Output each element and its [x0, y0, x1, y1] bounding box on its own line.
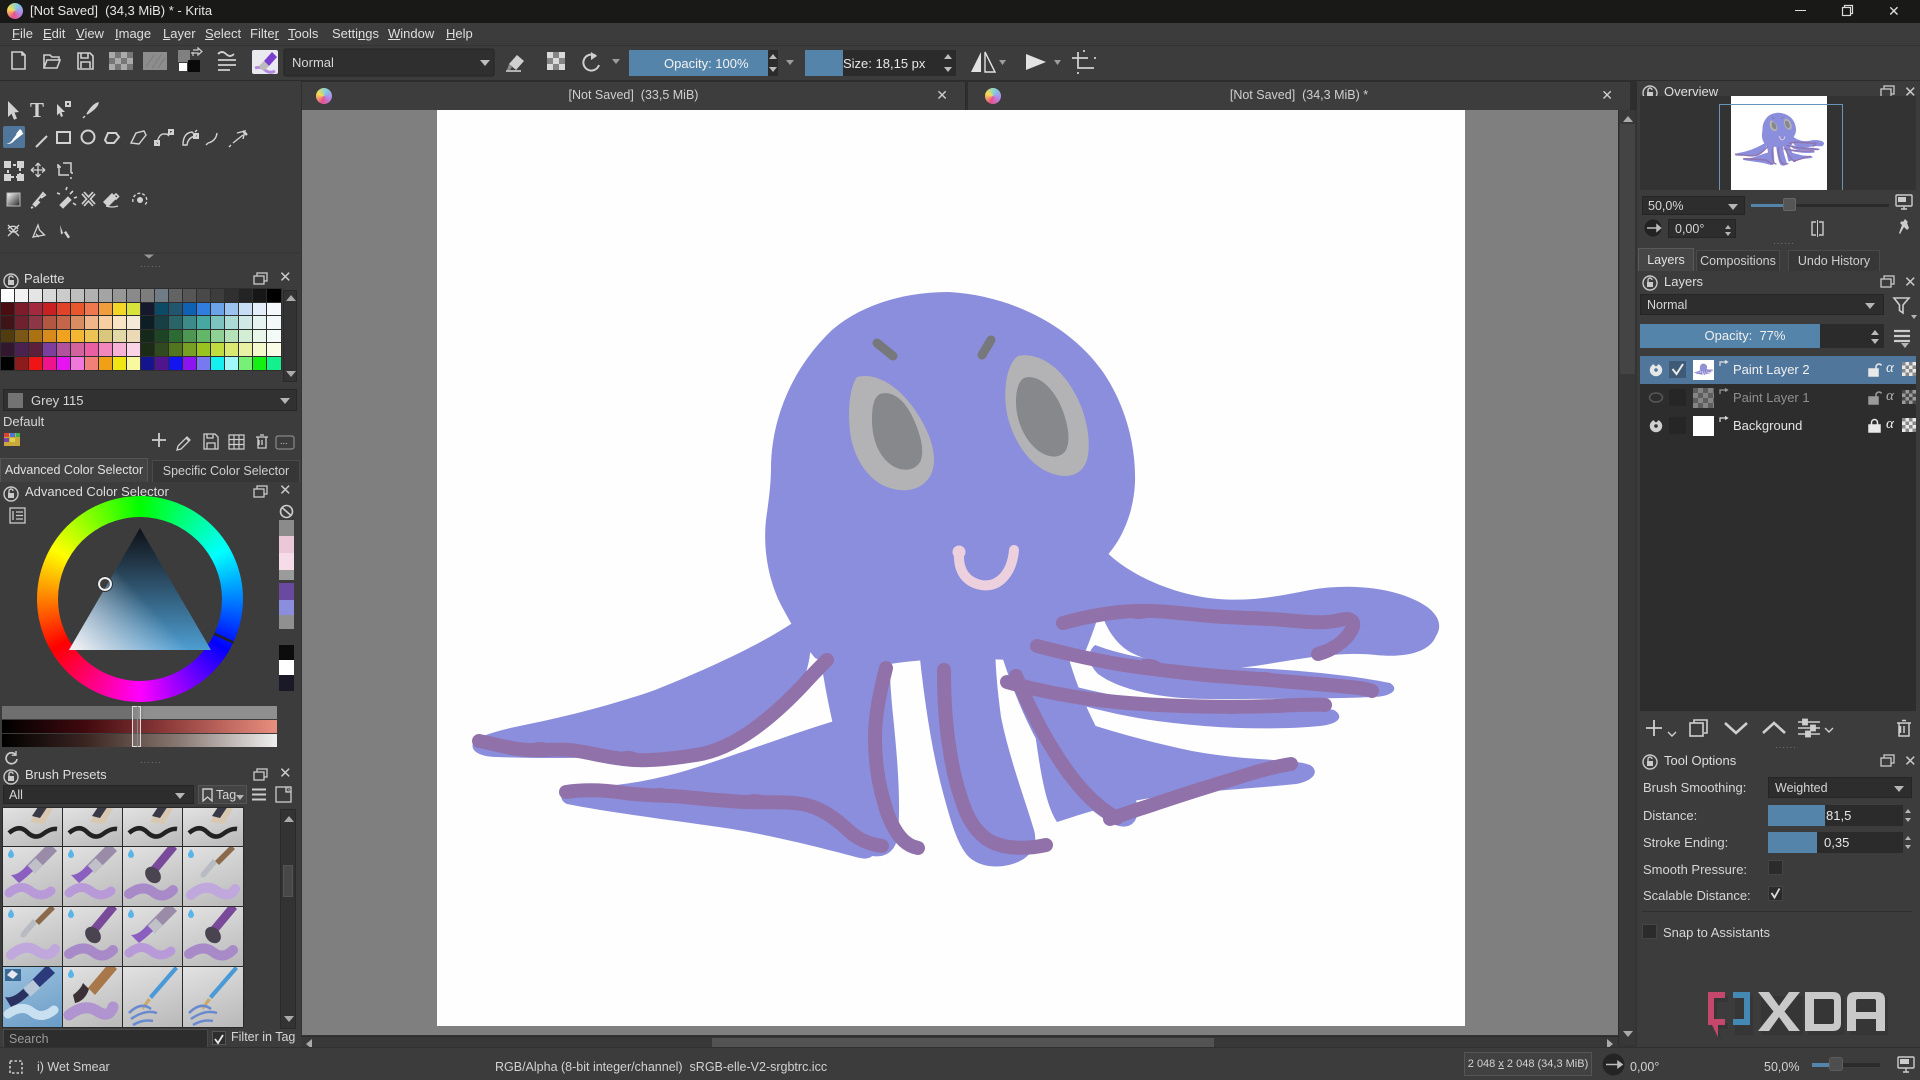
svg-text:3: 3 [287, 788, 291, 794]
svg-text:Size: 18,15 px: Size: 18,15 px [843, 56, 926, 71]
svg-text:Opacity: 100%: Opacity: 100% [664, 56, 749, 71]
svg-text:...: ... [280, 436, 288, 446]
svg-text:Normal: Normal [292, 55, 334, 70]
svg-text:T: T [30, 98, 44, 122]
